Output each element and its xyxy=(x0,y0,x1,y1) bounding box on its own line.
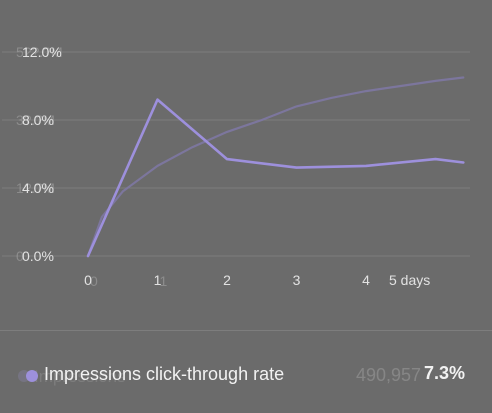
y-tick-label: 12.0% xyxy=(22,44,62,60)
legend-series-label: Impressions click-through rate xyxy=(44,364,285,384)
y-tick-label: 0.0% xyxy=(22,248,54,264)
series-line-ctr xyxy=(86,98,465,258)
x-axis-ticks: 0 1 2 3 4 5 days xyxy=(84,272,430,288)
chart-series xyxy=(86,76,465,258)
x-tick-label: 3 xyxy=(293,272,301,288)
legend-series-dot xyxy=(26,370,38,382)
y-tick-label: 8.0% xyxy=(22,112,54,128)
y-tick-label: 4.0% xyxy=(22,180,54,196)
x-tick-label: 0 xyxy=(84,272,92,288)
legend-ghost-value: 490,957 xyxy=(356,365,422,385)
line-chart: 01?.?M3?.?M5??.?M0 1 0.0%4.0%8.0%12.0% 01… xyxy=(2,44,470,289)
series-line-impressions xyxy=(86,76,465,258)
x-tick-label: 5 days xyxy=(389,272,430,288)
chart-grid xyxy=(2,51,470,257)
legend-series-value: 7.3% xyxy=(424,363,466,383)
y-axis-ticks: 0.0% 4.0% 8.0% 12.0% xyxy=(22,44,62,264)
x-tick-label: 2 xyxy=(223,272,231,288)
legend-divider xyxy=(0,330,492,331)
x-tick-label: 4 xyxy=(362,272,370,288)
legend-row[interactable]: Impressions Impressions click-through ra… xyxy=(0,355,492,399)
x-tick-label: 1 xyxy=(154,272,162,288)
